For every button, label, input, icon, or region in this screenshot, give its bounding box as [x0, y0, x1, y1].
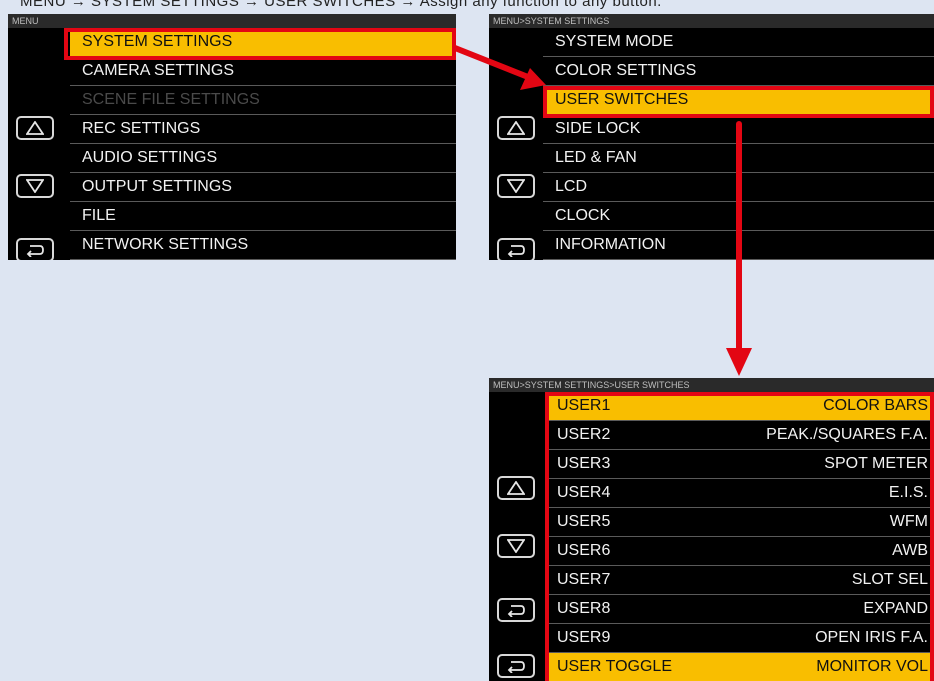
right-arrow-icon [452, 45, 546, 90]
callout-arrows [452, 45, 752, 376]
down-arrow-icon [726, 121, 752, 376]
